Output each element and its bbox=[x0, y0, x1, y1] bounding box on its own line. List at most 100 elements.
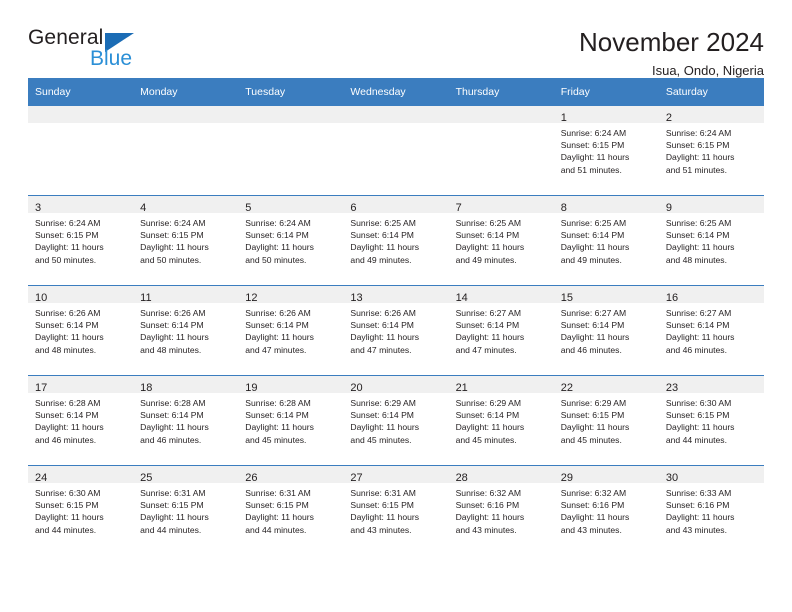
daylight-text-line2: and 46 minutes. bbox=[140, 434, 202, 445]
day-number-band: 15 bbox=[553, 286, 659, 304]
daylight-text-line2: and 49 minutes. bbox=[560, 254, 622, 265]
calendar-day-cell[interactable]: 18 Sunrise: 6:28 AM Sunset: 6:14 PM Dayligh… bbox=[133, 375, 239, 466]
sunrise-text: Sunrise: 6:25 AM bbox=[665, 218, 732, 228]
sunrise-text: Sunrise: 6:28 AM bbox=[35, 398, 101, 408]
daylight-text-line1: Daylight: 11 hours bbox=[560, 242, 630, 253]
calendar-day-cell[interactable]: 4 Sunrise: 6:24 AM Sunset: 6:15 PM Daylight… bbox=[133, 195, 239, 286]
calendar-day-cell[interactable]: 12 Sunrise: 6:26 AM Sunset: 6:14 PM Dayligh… bbox=[238, 285, 344, 376]
calendar-page: General Blue November 2024 Isua, Ondo, N… bbox=[0, 0, 792, 612]
sunrise-text: Sunrise: 6:25 AM bbox=[560, 218, 627, 228]
calendar-day-cell[interactable]: 3 Sunrise: 6:24 AM Sunset: 6:15 PM Daylight… bbox=[28, 195, 134, 286]
calendar-week-row: 17 Sunrise: 6:28 AM Sunset: 6:14 PM Dayligh… bbox=[28, 375, 764, 466]
daylight-text-line2: and 44 minutes. bbox=[35, 524, 97, 535]
calendar-day-cell[interactable]: 25 Sunrise: 6:31 AM Sunset: 6:15 PM Dayligh… bbox=[133, 465, 239, 555]
sunrise-text: Sunrise: 6:30 AM bbox=[665, 398, 732, 408]
calendar-day-cell[interactable]: 26 Sunrise: 6:31 AM Sunset: 6:15 PM Dayligh… bbox=[238, 465, 344, 555]
sunset-text: Sunset: 6:14 PM bbox=[455, 230, 520, 241]
calendar-day-cell[interactable]: 28 Sunrise: 6:32 AM Sunset: 6:16 PM Dayligh… bbox=[448, 465, 554, 555]
sunset-text: Sunset: 6:14 PM bbox=[350, 320, 414, 331]
day-details: Sunrise: 6:26 AM Sunset: 6:14 PM Daylight:… bbox=[343, 303, 448, 356]
sunset-text: Sunset: 6:15 PM bbox=[245, 500, 309, 511]
sunrise-text: Sunrise: 6:33 AM bbox=[665, 488, 732, 498]
day-number-band: 23 bbox=[658, 376, 764, 394]
sunset-text: Sunset: 6:16 PM bbox=[560, 500, 625, 511]
day-details: Sunrise: 6:25 AM Sunset: 6:14 PM Daylight:… bbox=[659, 213, 764, 266]
day-number-band bbox=[28, 106, 134, 123]
sunset-text: Sunset: 6:15 PM bbox=[35, 230, 99, 241]
day-number-band: 12 bbox=[238, 286, 344, 304]
calendar-day-cell[interactable]: 14 Sunrise: 6:27 AM Sunset: 6:14 PM Dayligh… bbox=[448, 285, 554, 376]
day-number: 29 bbox=[560, 472, 573, 484]
daylight-text-line2: and 45 minutes. bbox=[350, 434, 412, 445]
calendar-day-cell[interactable]: 17 Sunrise: 6:28 AM Sunset: 6:14 PM Dayligh… bbox=[28, 375, 134, 466]
daylight-text-line1: Daylight: 11 hours bbox=[245, 512, 314, 523]
daylight-text-line1: Daylight: 11 hours bbox=[35, 332, 104, 343]
calendar-day-cell[interactable]: 20 Sunrise: 6:29 AM Sunset: 6:14 PM Dayligh… bbox=[343, 375, 449, 466]
calendar-day-cell[interactable]: 5 Sunrise: 6:24 AM Sunset: 6:14 PM Daylight… bbox=[238, 195, 344, 286]
daylight-text-line2: and 51 minutes. bbox=[665, 164, 727, 175]
weekday-header-tuesday: Tuesday bbox=[238, 78, 344, 106]
day-number-band: 27 bbox=[343, 466, 449, 484]
sunrise-text: Sunrise: 6:25 AM bbox=[350, 218, 416, 228]
calendar-day-cell[interactable]: 9 Sunrise: 6:25 AM Sunset: 6:14 PM Daylight… bbox=[658, 195, 764, 286]
calendar-day-cell[interactable]: 11 Sunrise: 6:26 AM Sunset: 6:14 PM Dayligh… bbox=[133, 285, 239, 376]
day-number-band: 16 bbox=[658, 286, 764, 304]
sunset-text: Sunset: 6:14 PM bbox=[245, 320, 309, 331]
calendar-header-row: Sunday Monday Tuesday Wednesday Thursday Frid… bbox=[28, 78, 764, 106]
calendar-day-cell[interactable]: 10 Sunrise: 6:26 AM Sunset: 6:14 PM Dayligh… bbox=[28, 285, 134, 376]
calendar-day-cell[interactable]: 16 Sunrise: 6:27 AM Sunset: 6:14 PM Dayligh… bbox=[658, 285, 764, 376]
day-number-band: 1 bbox=[553, 106, 659, 124]
day-details: Sunrise: 6:30 AM Sunset: 6:15 PM Daylight:… bbox=[28, 483, 133, 536]
sunrise-text: Sunrise: 6:24 AM bbox=[560, 128, 627, 138]
day-number: 4 bbox=[140, 202, 147, 214]
calendar-day-cell[interactable]: 27 Sunrise: 6:31 AM Sunset: 6:15 PM Dayligh… bbox=[343, 465, 449, 555]
sunset-text: Sunset: 6:14 PM bbox=[350, 230, 414, 241]
calendar-day-cell[interactable]: 24 Sunrise: 6:30 AM Sunset: 6:15 PM Dayligh… bbox=[28, 465, 134, 555]
day-number: 7 bbox=[455, 202, 462, 214]
sunrise-text: Sunrise: 6:29 AM bbox=[350, 398, 416, 408]
calendar-day-cell[interactable]: 21 Sunrise: 6:29 AM Sunset: 6:14 PM Dayligh… bbox=[448, 375, 554, 466]
calendar-day-cell-empty bbox=[238, 106, 344, 196]
sunrise-text: Sunrise: 6:29 AM bbox=[560, 398, 627, 408]
sunset-text: Sunset: 6:14 PM bbox=[245, 410, 309, 421]
weekday-header-wednesday: Wednesday bbox=[343, 78, 449, 106]
calendar-day-cell[interactable]: 15 Sunrise: 6:27 AM Sunset: 6:14 PM Dayligh… bbox=[553, 285, 659, 376]
day-number-band: 18 bbox=[133, 376, 239, 394]
day-details: Sunrise: 6:28 AM Sunset: 6:14 PM Daylight:… bbox=[28, 393, 133, 446]
day-number-band: 8 bbox=[553, 196, 659, 214]
day-number-band: 13 bbox=[343, 286, 449, 304]
calendar-day-cell[interactable]: 7 Sunrise: 6:25 AM Sunset: 6:14 PM Daylight… bbox=[448, 195, 554, 286]
daylight-text-line2: and 51 minutes. bbox=[560, 164, 622, 175]
day-details: Sunrise: 6:24 AM Sunset: 6:15 PM Daylight:… bbox=[28, 213, 133, 266]
day-details: Sunrise: 6:28 AM Sunset: 6:14 PM Daylight:… bbox=[133, 393, 238, 446]
calendar-day-cell[interactable]: 19 Sunrise: 6:28 AM Sunset: 6:14 PM Dayligh… bbox=[238, 375, 344, 466]
day-details: Sunrise: 6:26 AM Sunset: 6:14 PM Daylight:… bbox=[133, 303, 238, 356]
day-number: 25 bbox=[140, 472, 153, 484]
daylight-text-line1: Daylight: 11 hours bbox=[455, 242, 525, 253]
calendar-day-cell[interactable]: 1 Sunrise: 6:24 AM Sunset: 6:15 PM Daylight… bbox=[553, 106, 659, 196]
sunrise-text: Sunrise: 6:26 AM bbox=[35, 308, 101, 318]
calendar-day-cell[interactable]: 6 Sunrise: 6:25 AM Sunset: 6:14 PM Daylight… bbox=[343, 195, 449, 286]
daylight-text-line2: and 44 minutes. bbox=[140, 524, 202, 535]
sunrise-text: Sunrise: 6:24 AM bbox=[35, 218, 101, 228]
calendar-day-cell[interactable]: 22 Sunrise: 6:29 AM Sunset: 6:15 PM Dayligh… bbox=[553, 375, 659, 466]
daylight-text-line2: and 44 minutes. bbox=[665, 434, 727, 445]
daylight-text-line1: Daylight: 11 hours bbox=[665, 152, 735, 163]
day-number-band: 24 bbox=[28, 466, 134, 484]
sunrise-text: Sunrise: 6:24 AM bbox=[140, 218, 206, 228]
calendar-day-cell[interactable]: 30 Sunrise: 6:33 AM Sunset: 6:16 PM Dayligh… bbox=[658, 465, 764, 555]
calendar-day-cell[interactable]: 2 Sunrise: 6:24 AM Sunset: 6:15 PM Daylight… bbox=[658, 106, 764, 196]
daylight-text-line2: and 46 minutes. bbox=[560, 344, 622, 355]
day-details: Sunrise: 6:24 AM Sunset: 6:14 PM Daylight:… bbox=[238, 213, 343, 266]
day-details: Sunrise: 6:24 AM Sunset: 6:15 PM Daylight:… bbox=[659, 123, 764, 176]
day-number-band bbox=[343, 106, 449, 123]
day-details: Sunrise: 6:31 AM Sunset: 6:15 PM Daylight:… bbox=[238, 483, 343, 536]
logo[interactable]: General Blue bbox=[28, 26, 148, 72]
calendar-day-cell[interactable]: 8 Sunrise: 6:25 AM Sunset: 6:14 PM Daylight… bbox=[553, 195, 659, 286]
daylight-text-line2: and 48 minutes. bbox=[140, 344, 202, 355]
calendar-day-cell[interactable]: 23 Sunrise: 6:30 AM Sunset: 6:15 PM Dayligh… bbox=[658, 375, 764, 466]
calendar-day-cell[interactable]: 13 Sunrise: 6:26 AM Sunset: 6:14 PM Dayligh… bbox=[343, 285, 449, 376]
sunrise-text: Sunrise: 6:26 AM bbox=[350, 308, 416, 318]
calendar-day-cell[interactable]: 29 Sunrise: 6:32 AM Sunset: 6:16 PM Dayligh… bbox=[553, 465, 659, 555]
sunset-text: Sunset: 6:15 PM bbox=[665, 140, 730, 151]
